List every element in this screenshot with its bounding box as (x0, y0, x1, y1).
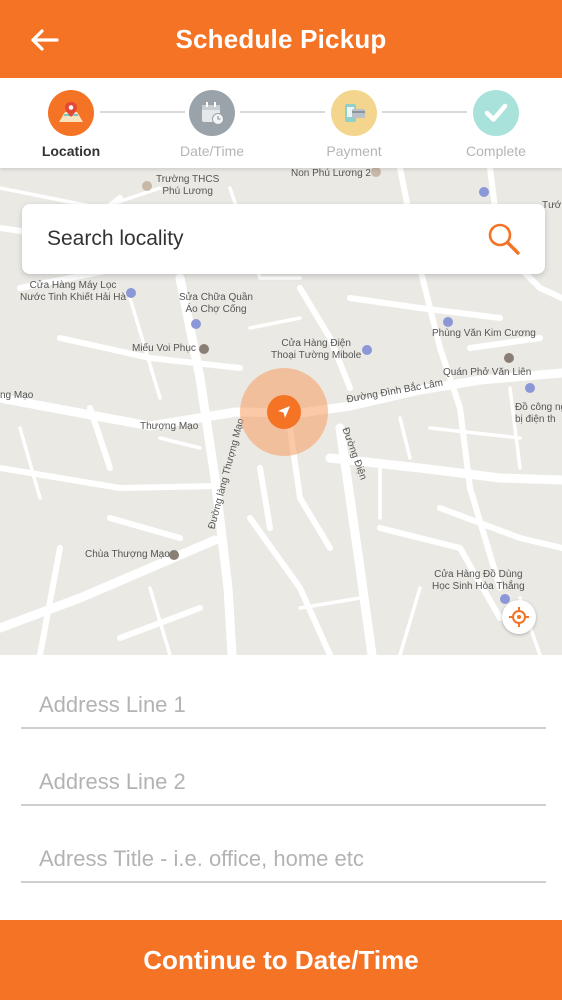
continue-button[interactable]: Continue to Date/Time (0, 920, 562, 1000)
step-label: Complete (466, 143, 526, 159)
address-line-2-input[interactable] (21, 752, 546, 804)
step-label: Location (41, 143, 101, 159)
page-title: Schedule Pickup (175, 24, 387, 54)
payment-card-icon (331, 90, 377, 136)
progress-stepper: Location Date/Time Payment Complete (0, 78, 562, 168)
address-title-field (21, 829, 546, 883)
step-label: Payment (326, 143, 382, 159)
crosshair-icon (509, 607, 529, 627)
map-poi: Đồ công ng bị điện th (515, 402, 562, 425)
map-poi: Cửa Hàng Điện Thoại Tường Mibole (271, 338, 362, 361)
search-icon (488, 223, 520, 255)
my-location-button[interactable] (502, 600, 536, 634)
step-location[interactable]: Location (21, 90, 121, 159)
map-location-icon (48, 90, 94, 136)
search-button[interactable] (485, 220, 523, 258)
step-complete[interactable]: Complete (446, 90, 546, 159)
address-line-1-input[interactable] (21, 675, 546, 727)
map-poi: Quán Phở Văn Liên (443, 367, 532, 378)
address-line-1-field (21, 675, 546, 729)
map-poi: Trường THCS Phú Lương (156, 174, 220, 197)
search-input[interactable] (47, 227, 485, 251)
map-view[interactable]: Trường THCS Phú Lương Non Phú Lương 2 Tướ… (0, 168, 562, 655)
search-locality-bar (22, 204, 545, 274)
map-poi: Cửa Hàng Máy Lọc Nước Tinh Khiết Hải Hà (20, 280, 127, 303)
step-label: Date/Time (179, 143, 245, 159)
map-poi: Chùa Thượng Mạo (85, 549, 170, 560)
calendar-icon (189, 90, 235, 136)
navigation-arrow-icon (267, 395, 301, 429)
app-header: Schedule Pickup (0, 0, 562, 78)
map-poi: Cửa Hàng Đồ Dùng Học Sinh Hòa Thắng (432, 569, 525, 592)
map-poi: Thượng Mạo (140, 421, 199, 432)
map-poi: Miếu Voi Phục (132, 343, 196, 354)
location-marker[interactable] (240, 368, 328, 456)
address-title-input[interactable] (21, 829, 546, 881)
step-payment[interactable]: Payment (304, 90, 404, 159)
checkmark-icon (473, 90, 519, 136)
map-poi: Phùng Văn Kim Cương (432, 328, 536, 339)
map-poi: Non Phú Lương 2 (291, 168, 371, 179)
step-date-time[interactable]: Date/Time (162, 90, 262, 159)
address-line-2-field (21, 752, 546, 806)
map-poi: Sửa Chữa Quần Áo Chợ Cống (179, 292, 253, 315)
map-poi: ng Mạo (0, 390, 34, 401)
